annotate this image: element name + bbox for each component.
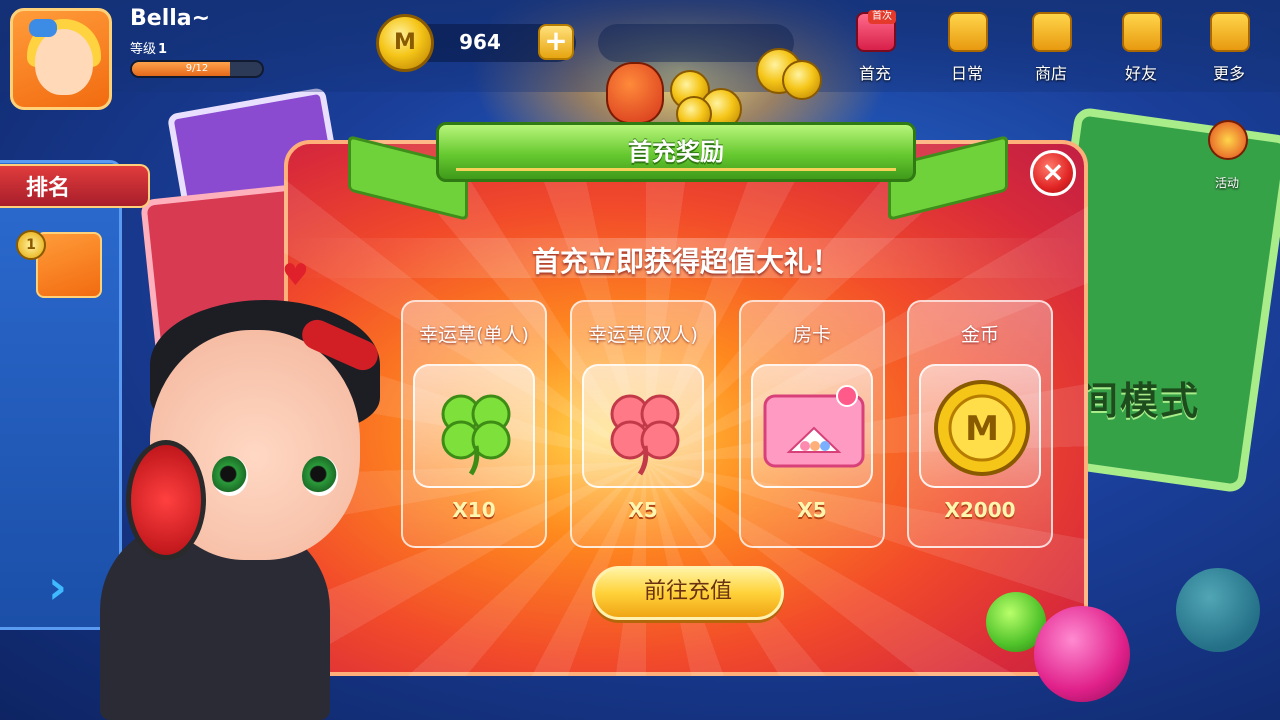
reward-name: 幸运草(单人) bbox=[419, 324, 529, 346]
reward-name: 房卡 bbox=[792, 324, 831, 346]
nav-friends[interactable]: 好友 bbox=[1106, 8, 1176, 84]
gem-icon bbox=[1034, 606, 1130, 702]
nav-first-recharge[interactable]: 首次 首充 bbox=[840, 8, 910, 84]
reward-quantity: X5 bbox=[628, 498, 658, 522]
modal-title: 首充奖励 bbox=[628, 138, 724, 166]
reward-slot bbox=[413, 364, 535, 488]
calendar-icon bbox=[948, 12, 988, 52]
reward-name: 金币 bbox=[960, 324, 999, 346]
ribbon-stripe bbox=[456, 168, 896, 171]
pile-coin-icon bbox=[782, 60, 822, 100]
heart-icon: ♥ bbox=[282, 258, 309, 293]
nav-label: 首充 bbox=[858, 64, 891, 83]
xp-bar: 9/12 bbox=[130, 60, 264, 78]
level-value: 1 bbox=[158, 42, 168, 57]
ranking-top-avatar[interactable] bbox=[36, 232, 102, 298]
ranking-title: 排名 bbox=[26, 176, 71, 201]
first-recharge-badge: 首次 bbox=[868, 10, 896, 24]
avatar-bow bbox=[29, 19, 57, 37]
friends-icon bbox=[1122, 12, 1162, 52]
nav-daily[interactable]: 日常 bbox=[932, 8, 1002, 84]
plus-icon bbox=[1210, 12, 1250, 52]
nav-label: 好友 bbox=[1124, 64, 1157, 83]
level-label: 等级 bbox=[130, 42, 157, 57]
gem-icon bbox=[1176, 568, 1260, 652]
character-eye bbox=[302, 456, 338, 496]
rank-medal-icon: 1 bbox=[16, 230, 46, 260]
activity-button[interactable]: 活动 bbox=[1192, 116, 1262, 192]
character-eye bbox=[212, 456, 248, 496]
reward-slot bbox=[582, 364, 704, 488]
reward-card: 房卡 X5 bbox=[739, 300, 885, 548]
reward-quantity: X5 bbox=[797, 498, 827, 522]
player-level: 等级 1 bbox=[130, 38, 167, 57]
ranking-expand-arrow[interactable]: › bbox=[48, 560, 67, 614]
cart-icon bbox=[1032, 12, 1072, 52]
player-avatar[interactable] bbox=[10, 8, 112, 110]
modal-subtitle: 首充立即获得超值大礼！ bbox=[531, 245, 840, 278]
nav-more[interactable]: 更多 bbox=[1194, 8, 1264, 84]
svg-text:M: M bbox=[965, 409, 999, 449]
reward-slot: M bbox=[919, 364, 1041, 488]
reward-quantity: X2000 bbox=[944, 498, 1016, 522]
reward-card: 幸运草(双人) X5 bbox=[570, 300, 716, 548]
green-clover-icon bbox=[441, 394, 511, 476]
ranking-tab[interactable] bbox=[0, 164, 150, 208]
gold-coin-icon: M bbox=[934, 380, 1030, 476]
background-mode-text: 间模式 bbox=[1080, 379, 1201, 423]
reward-slot bbox=[751, 364, 873, 488]
activity-icon bbox=[1208, 120, 1248, 160]
coin-pouch-icon bbox=[606, 62, 664, 124]
xp-text: 9/12 bbox=[185, 63, 209, 74]
headphone-icon bbox=[126, 440, 206, 560]
reward-quantity: X10 bbox=[452, 498, 496, 522]
reward-card: 金币 M X2000 bbox=[907, 300, 1053, 548]
coin-count: 964 bbox=[459, 30, 501, 54]
add-coins-button[interactable]: + bbox=[538, 24, 574, 60]
gold-coin-icon: M bbox=[376, 14, 434, 72]
pink-clover-icon bbox=[610, 394, 680, 476]
nav-label: 更多 bbox=[1212, 64, 1245, 83]
go-recharge-button[interactable]: 前往充值 bbox=[592, 566, 784, 620]
room-card-icon bbox=[763, 385, 865, 468]
activity-label: 活动 bbox=[1214, 176, 1239, 190]
nav-label: 日常 bbox=[950, 64, 983, 83]
avatar-face bbox=[35, 29, 93, 95]
reward-name: 幸运草(双人) bbox=[588, 324, 698, 346]
reward-card: 幸运草(单人) X10 bbox=[401, 300, 547, 548]
nav-shop[interactable]: 商店 bbox=[1016, 8, 1086, 84]
close-button[interactable]: × bbox=[1030, 150, 1076, 196]
player-name: Bella~ bbox=[130, 6, 211, 31]
nav-label: 商店 bbox=[1034, 64, 1067, 83]
